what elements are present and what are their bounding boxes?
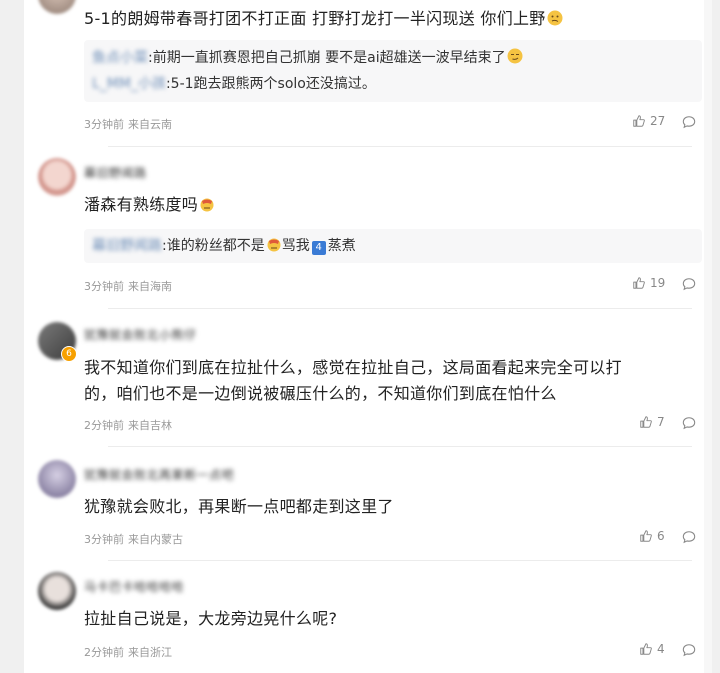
comment-feed: 5-1的朗姆带春哥打团不打正面 打野打龙打一半闪现送 你们上野 鱼点小菜:前期一… [24,0,712,673]
comment-username[interactable]: 犹豫就会败北小熊仔 [84,326,197,343]
comment-meta: 3分钟前 来自内蒙古 [84,531,183,547]
reply-line: L_MM_小孩:5-1跑去跟熊两个solo还没搞过。 [92,72,376,96]
comment-meta: 3分钟前 来自海南 [84,278,172,294]
avatar[interactable] [38,158,76,196]
divider [108,560,692,561]
comment-content: 5-1的朗姆带春哥打团不打正面 打野打龙打一半闪现送 你们上野 [84,6,654,32]
reply-bubble-icon[interactable] [682,416,696,430]
reply-text: :5-1跑去跟熊两个solo还没搞过。 [165,76,376,92]
comment-time: 3分钟前 [84,280,124,293]
comment-content: 犹豫就会败北，再果断一点吧都走到这里了 [84,497,394,516]
reply-line: 幕旧野闻路:谁的粉丝都不是 骂我 4 蒸煮 [92,234,356,258]
reply-box[interactable]: 鱼点小菜:前期一直抓赛恩把自己抓崩 要不是ai超雄送一波早结束了 L_MM_小孩… [84,40,702,102]
reply-text: :谁的粉丝都不是 [162,238,265,254]
comment-username[interactable]: 犹豫就会败北再果断一点吧 [84,466,234,483]
comment-content: 我不知道你们到底在拉扯什么，感觉在拉扯自己，这局面看起来完全可以打的，咱们也不是… [84,358,622,403]
thumbs-up-icon [633,277,645,289]
reply-text: 骂我 [281,238,310,254]
comment-location: 来自云南 [128,118,172,131]
comment-location: 来自海南 [128,280,172,293]
number-badge: 4 [311,241,326,255]
like-count: 4 [657,642,665,656]
divider [108,446,692,447]
comment-time: 3分钟前 [84,533,124,546]
avatar[interactable] [38,460,76,498]
comment-content: 拉扯自己说是，大龙旁边晃什么呢? [84,609,338,628]
thumbs-up-icon [633,115,645,127]
comment-username[interactable]: 幕旧野闻路 [84,164,147,181]
comment-location: 来自内蒙古 [128,533,183,546]
reply-box[interactable]: 幕旧野闻路:谁的粉丝都不是 骂我 4 蒸煮 [84,229,702,263]
divider [108,308,692,309]
like-button[interactable]: 6 [639,529,665,543]
like-button[interactable]: 7 [639,415,665,429]
like-count: 19 [650,276,666,290]
confused-face-emoji [547,10,563,26]
facepalm-emoji [200,198,214,212]
comment-location: 来自吉林 [128,419,172,432]
reply-text: :前期一直抓赛恩把自己抓崩 要不是ai超雄送一波早结束了 [148,50,506,66]
reply-bubble-icon[interactable] [682,643,696,657]
reply-username[interactable]: 幕旧野闻路 [92,234,162,258]
comment-time: 3分钟前 [84,118,124,131]
like-count: 7 [657,415,665,429]
like-count: 6 [657,529,665,543]
reply-bubble-icon[interactable] [682,115,696,129]
avatar-level-badge: 6 [61,346,77,362]
reply-text: 蒸煮 [327,238,356,254]
avatar[interactable] [38,572,76,610]
comment-location: 来自浙江 [128,646,172,659]
scrollbar[interactable] [704,0,712,673]
like-button[interactable]: 19 [632,276,665,290]
reply-bubble-icon[interactable] [682,530,696,544]
comment-time: 2分钟前 [84,419,124,432]
comment-meta: 2分钟前 来自浙江 [84,644,172,660]
thumbs-up-icon [640,416,652,428]
thumbs-up-icon [640,643,652,655]
reply-username[interactable]: L_MM_小孩 [92,72,166,96]
like-button[interactable]: 4 [639,642,665,656]
thumbs-up-icon [640,530,652,542]
like-button[interactable]: 27 [632,114,665,128]
smirk-face-emoji [507,48,523,64]
comment-meta: 2分钟前 来自吉林 [84,417,172,433]
facepalm-emoji [267,238,281,252]
comment-meta: 3分钟前 来自云南 [84,116,172,132]
reply-username[interactable]: 鱼点小菜 [92,46,148,70]
divider [108,146,692,147]
comment-time: 2分钟前 [84,646,124,659]
comment-username[interactable]: 马卡巴卡哈哈哈哈 [84,578,184,595]
reply-bubble-icon[interactable] [682,277,696,291]
reply-line: 鱼点小菜:前期一直抓赛恩把自己抓崩 要不是ai超雄送一波早结束了 [92,46,523,70]
comment-content: 潘森有熟练度吗 [84,192,654,218]
like-count: 27 [650,114,666,128]
avatar[interactable] [38,0,76,14]
